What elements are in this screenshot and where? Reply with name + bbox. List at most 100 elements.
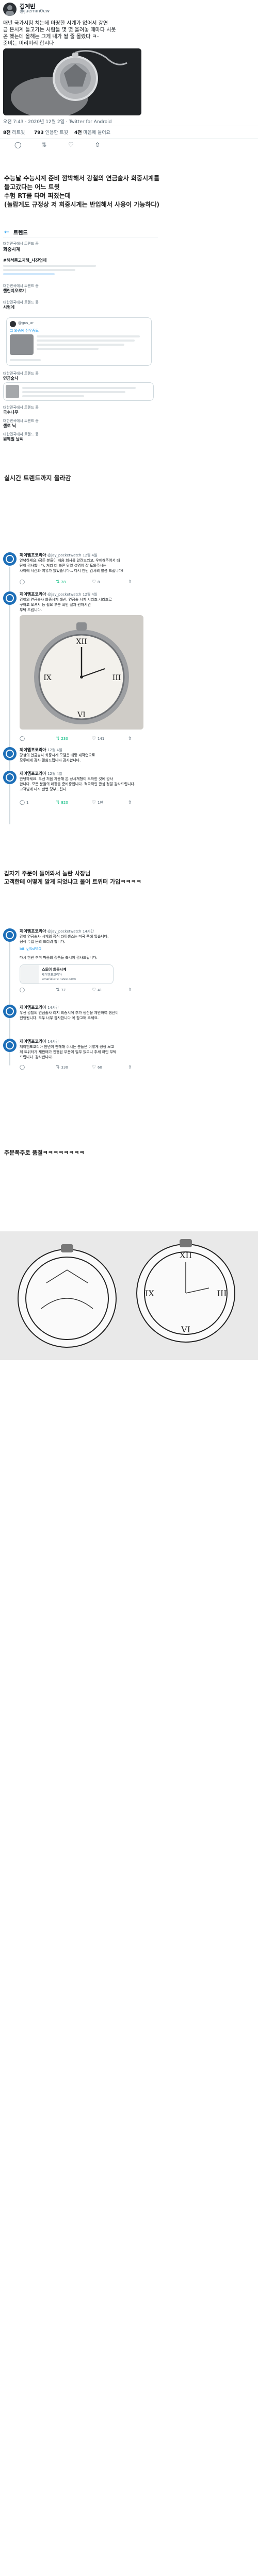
tweet-body: 안녕하세요:)정든 분들이 처음 회사를 알려드리고, 우제해주어서 대 단히 … <box>20 558 124 573</box>
reply-icon[interactable]: ◯ <box>14 142 21 148</box>
thread-tweet[interactable]: 제이엠포코리아 @jay_pocketwatch 12월 4일 강철의 연금술사… <box>3 590 163 796</box>
link-thumb <box>20 965 39 984</box>
avatar[interactable] <box>3 3 17 16</box>
avatar <box>3 747 17 760</box>
share-icon[interactable]: ⇧ <box>128 579 132 585</box>
pocket-watch-photo-icon: XII III VI IX <box>20 615 143 730</box>
svg-text:XII: XII <box>76 638 87 646</box>
brand-logo-icon <box>6 773 14 782</box>
trend-topic: 원웨일 날씨 <box>3 437 24 442</box>
trend-item[interactable]: 대한민국에서 트렌드 중 연금술사 <box>3 371 158 401</box>
tweet-time: 12월 4일 <box>82 553 98 557</box>
retweet-icon[interactable]: ⇅ <box>41 142 46 148</box>
author-handle[interactable]: @jaemin0ew <box>20 9 50 14</box>
retweet-count: 330 <box>61 1065 68 1070</box>
pocket-watches-illustration-icon: XII III VI IX <box>0 1231 258 1360</box>
like-icon[interactable]: ♡ 1천 <box>92 800 103 806</box>
trend-embedded-tweet[interactable]: @gus_ar 그 와중에 전우중도 <box>6 317 152 366</box>
like-count: 141 <box>97 737 105 741</box>
pocket-watch-hand-photo <box>3 48 141 115</box>
reply-icon[interactable]: ◯ <box>20 987 25 993</box>
tweet-link[interactable]: bit.ly/SsPEO <box>20 947 41 951</box>
share-icon[interactable]: ⇧ <box>128 800 132 806</box>
trend-item[interactable]: 대한민국에서 트렌드 중 챌린지오로기 <box>3 283 158 296</box>
trend-item[interactable]: 대한민국에서 트렌드 중 국수나무 <box>3 405 158 416</box>
avatar <box>3 1039 17 1052</box>
thread-tweet[interactable]: 제이엠포코리아 @jay_pocketwatch 14시간 강철 연금술사 시계… <box>3 927 163 999</box>
retweet-icon[interactable]: ⇅ 820 <box>56 800 68 806</box>
share-icon[interactable]: ⇧ <box>95 142 100 148</box>
retweet-count: 37 <box>61 988 66 992</box>
brand-logo-icon <box>6 1007 14 1015</box>
stat-retweets[interactable]: 8천 리트윗 <box>3 129 25 135</box>
share-icon[interactable]: ⇧ <box>128 1064 132 1071</box>
trend-topic: #해석중고지해_사진업체 <box>3 258 47 263</box>
tweet-author: 제이엠포코리아 <box>20 592 46 597</box>
like-count: 60 <box>97 1065 102 1070</box>
stat-likes[interactable]: 4천 마음에 들어요 <box>74 129 110 135</box>
trend-topic: 회중시계 <box>3 247 21 252</box>
like-count: 8 <box>97 580 100 584</box>
svg-text:VI: VI <box>181 1325 190 1334</box>
like-icon[interactable]: ♡ <box>68 142 74 148</box>
tweet-actions: ◯ ⇅ ♡ ⇧ <box>0 140 258 149</box>
trend-item[interactable]: 대한민국에서 트렌드 중 원웨일 날씨 <box>3 432 158 443</box>
trend-embedded-preview[interactable] <box>3 382 154 401</box>
tweet-body: 우선 강철의 연금술사 리지 회중시계 추가 생산을 제안하여 생산이 진행됩니… <box>20 1011 119 1020</box>
retweet-icon[interactable]: ⇅ 330 <box>56 1064 68 1071</box>
tweet-handle: @jay_pocketwatch <box>47 592 82 597</box>
thread-tweet[interactable]: 제이엠포코리아 12월 4일 안녕하세요. 우선 처음 자중해 본 상시계형이 … <box>3 770 163 811</box>
svg-text:III: III <box>112 674 121 682</box>
link-preview-card[interactable]: 스토어 회중시계 제이엠포코리아 smartstore.naver.com <box>20 964 114 984</box>
trend-topic: 셀로 닉 <box>3 423 16 428</box>
like-icon[interactable]: ♡ 8 <box>92 579 100 585</box>
seller-thread-2: 제이엠포코리아 @jay_pocketwatch 14시간 강철 연금술사 시계… <box>0 927 258 1082</box>
tweet-time: 14시간 <box>47 1006 59 1010</box>
tweet-body: 강철의 연금술사 회중시계 대신, 연금술 시계 시리즈 시리즈로 구하고 오셔… <box>20 598 112 612</box>
retweet-count: 230 <box>61 737 68 741</box>
reply-icon[interactable]: ◯ <box>20 1064 25 1071</box>
like-icon[interactable]: ♡ 141 <box>92 736 104 742</box>
trends-title: 트렌드 <box>13 230 28 236</box>
caption-3: 갑자기 주문이 들어와서 놀란 사장님 고객한테 어떻게 알게 되었냐고 물어 … <box>4 870 141 885</box>
caption-2: 실시간 트렌드까지 올라감 <box>4 474 71 482</box>
retweet-icon[interactable]: ⇅ 230 <box>56 736 68 742</box>
tweet-body: 안녕하세요. 우선 처음 자중해 본 상시계형이 도착한 것에 감사 합니다. … <box>20 777 136 791</box>
tweet-time: 14시간 <box>82 929 94 934</box>
link-url: smartstore.naver.com <box>42 977 76 981</box>
reply-icon[interactable]: ◯ 1 <box>20 800 28 806</box>
retweet-icon[interactable]: ⇅ 37 <box>56 987 66 993</box>
trend-item[interactable]: 대한민국에서 트렌드 중 시험에 <box>3 300 158 312</box>
brand-logo-icon <box>6 555 14 563</box>
tweet-author: 제이엠포코리아 <box>20 1005 46 1010</box>
avatar <box>3 552 17 566</box>
retweet-count: 28 <box>61 580 66 584</box>
thread-reply[interactable]: 제이엠포코리아 12월 4일 강철의 연금술사 회중시계 모델은 대량 재작업으… <box>3 746 163 767</box>
trend-item[interactable]: 대한민국에서 트렌드 중 셀로 닉 <box>3 418 158 430</box>
trend-item[interactable]: #해석중고지해_사진업체 <box>3 258 158 278</box>
thread-tweet[interactable]: 제이엠포코리아 14시간 우선 강철의 연금술사 리지 회중시계 추가 생산을 … <box>3 1004 163 1037</box>
trend-topic: 챌린지오로기 <box>3 289 26 293</box>
reply-icon[interactable]: ◯ <box>20 579 25 585</box>
thread-tweet[interactable]: 제이엠포코리아 14시간 제이엠포코리아 원년이 판매해 주시는 분들은 이렇게… <box>3 1038 163 1079</box>
trends-header: ← 트렌드 <box>3 227 158 238</box>
tweet-photo[interactable] <box>3 48 141 115</box>
tweet-author: 제이엠포코리아 <box>20 748 46 752</box>
reply-icon[interactable]: ◯ <box>20 736 25 742</box>
trends-screenshot: ← 트렌드 대한민국에서 트렌드 중 회중시계 #해석중고지해_사진업체 대한민… <box>0 227 258 443</box>
thread-tweet[interactable]: 제이엠포코리아 @jay_pocketwatch 12월 4일 안녕하세요:)정… <box>3 551 163 587</box>
avatar <box>3 928 17 942</box>
tweet-body-2: 다시 한번 추석 마음의 정품들 축시어 감사드립니다. <box>20 956 98 960</box>
share-icon[interactable]: ⇧ <box>128 736 132 742</box>
trend-item[interactable]: 대한민국에서 트렌드 중 회중시계 <box>3 241 158 256</box>
watch-photo[interactable]: XII III VI IX <box>20 615 143 730</box>
retweet-icon[interactable]: ⇅ 28 <box>56 579 66 585</box>
back-arrow-icon[interactable]: ← <box>4 229 9 235</box>
like-icon[interactable]: ♡ 60 <box>92 1064 102 1071</box>
tweet-body: 제이엠포코리아 원년이 판매해 주시는 분들은 이렇게 성정 보고 제 트위터가… <box>20 1045 117 1059</box>
stat-quotes[interactable]: 793 인용한 트윗 <box>34 129 68 135</box>
svg-text:IX: IX <box>145 1289 154 1298</box>
stat-num: 793 <box>34 130 44 135</box>
like-icon[interactable]: ♡ 41 <box>92 987 102 993</box>
share-icon[interactable]: ⇧ <box>128 987 132 993</box>
